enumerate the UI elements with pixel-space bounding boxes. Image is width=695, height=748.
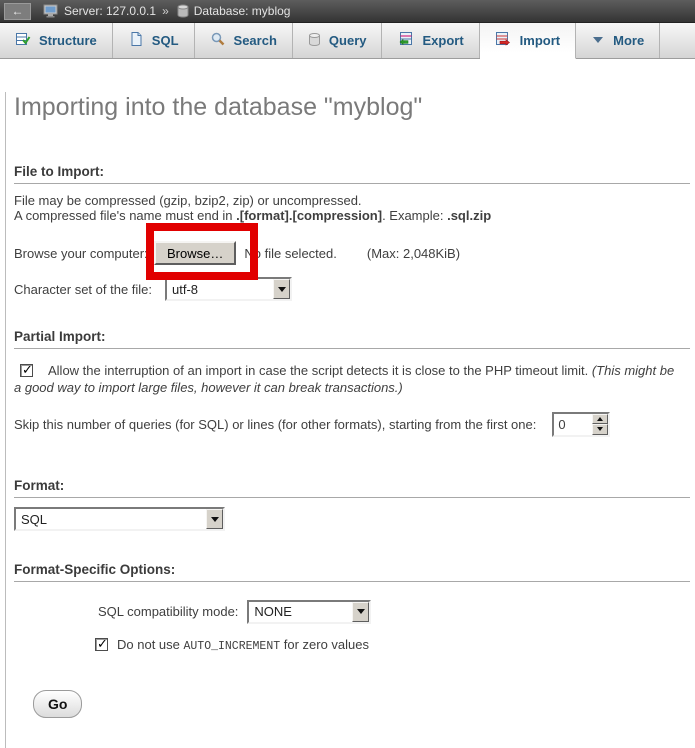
tab-structure[interactable]: Structure xyxy=(0,23,113,58)
tab-search[interactable]: Search xyxy=(195,23,293,58)
max-size-note: (Max: 2,048KiB) xyxy=(367,246,460,261)
tab-label: Search xyxy=(234,33,277,48)
allow-interruption-label: Allow the interruption of an import in c… xyxy=(48,363,592,378)
tab-label: Query xyxy=(329,33,367,48)
charset-select[interactable]: utf-8 xyxy=(165,277,292,301)
format-selected-value: SQL xyxy=(16,509,206,529)
compression-info-line: File may be compressed (gzip, bzip2, zip… xyxy=(14,193,690,208)
dropdown-arrow-icon[interactable] xyxy=(352,602,369,622)
auto-increment-row: ✓ Do not use AUTO_INCREMENT for zero valu… xyxy=(14,637,690,653)
auto-increment-label: Do not use AUTO_INCREMENT for zero value… xyxy=(117,637,369,652)
chevron-down-icon xyxy=(591,33,605,48)
tab-label: Import xyxy=(520,33,560,48)
stepper-down-button[interactable] xyxy=(592,424,608,435)
database-icon xyxy=(177,4,189,18)
tab-bar: Structure SQL Search Query xyxy=(0,23,695,59)
dropdown-arrow-icon[interactable] xyxy=(273,279,290,299)
sql-icon xyxy=(128,31,144,50)
format-row: SQL xyxy=(14,507,690,531)
page-title: Importing into the database "myblog" xyxy=(14,92,690,122)
sql-compatibility-value: NONE xyxy=(249,602,352,622)
charset-label: Character set of the file: xyxy=(14,282,165,297)
browse-label: Browse your computer: xyxy=(14,246,154,261)
browse-button[interactable]: Browse… xyxy=(154,241,236,265)
breadcrumb-bar: ← Server: 127.0.0.1 » Database: myblog xyxy=(0,0,695,23)
tab-export[interactable]: Export xyxy=(382,23,479,58)
back-arrow-icon: ← xyxy=(12,5,24,17)
breadcrumb-separator: » xyxy=(162,4,169,18)
go-button[interactable]: Go xyxy=(33,690,82,718)
sql-compatibility-select[interactable]: NONE xyxy=(247,600,371,624)
auto-increment-code: AUTO_INCREMENT xyxy=(184,640,281,653)
tab-label: Structure xyxy=(39,33,97,48)
import-icon xyxy=(495,31,512,50)
charset-selected-value: utf-8 xyxy=(167,279,273,299)
breadcrumb-database[interactable]: Database: myblog xyxy=(194,4,291,18)
query-database-icon xyxy=(308,32,321,50)
breadcrumb-server[interactable]: Server: 127.0.0.1 xyxy=(64,4,156,18)
server-icon xyxy=(43,4,59,18)
auto-increment-checkbox[interactable]: ✓ xyxy=(95,638,108,651)
allow-interruption-checkbox[interactable]: ✓ xyxy=(20,364,33,377)
export-icon xyxy=(397,31,414,50)
tab-query[interactable]: Query xyxy=(293,23,383,58)
section-heading-format-options: Format-Specific Options: xyxy=(14,562,690,582)
tab-import[interactable]: Import xyxy=(480,23,576,59)
section-heading-format: Format: xyxy=(14,478,690,498)
checkmark-icon: ✓ xyxy=(22,362,33,377)
sql-compatibility-label: SQL compatibility mode: xyxy=(98,604,238,619)
skip-queries-stepper[interactable]: 0 xyxy=(552,412,610,437)
browse-row: Browse your computer: Browse… No file se… xyxy=(14,240,690,266)
dropdown-arrow-icon[interactable] xyxy=(206,509,223,529)
back-button[interactable]: ← xyxy=(4,3,31,20)
tab-label: SQL xyxy=(152,33,179,48)
skip-queries-row: Skip this number of queries (for SQL) or… xyxy=(14,411,690,437)
sqlzip-example: .sql.zip xyxy=(447,208,491,223)
sql-compatibility-row: SQL compatibility mode: NONE xyxy=(14,599,690,624)
stepper-up-button[interactable] xyxy=(592,414,608,425)
tab-label: Export xyxy=(422,33,463,48)
tab-label: More xyxy=(613,33,644,48)
format-select[interactable]: SQL xyxy=(14,507,225,531)
format-compression-example: .[format].[compression] xyxy=(236,208,382,223)
allow-interruption-row: ✓ Allow the interruption of an import in … xyxy=(14,362,682,396)
skip-queries-value: 0 xyxy=(554,414,592,435)
skip-queries-label: Skip this number of queries (for SQL) or… xyxy=(14,417,536,432)
section-heading-file-to-import: File to Import: xyxy=(14,164,690,184)
structure-icon xyxy=(15,31,31,50)
tab-sql[interactable]: SQL xyxy=(113,23,195,58)
section-heading-partial-import: Partial Import: xyxy=(14,329,690,349)
no-file-selected-text: No file selected. xyxy=(244,246,337,261)
tab-more[interactable]: More xyxy=(576,23,660,58)
main-content: Importing into the database "myblog" Fil… xyxy=(5,92,695,748)
file-import-description: File may be compressed (gzip, bzip2, zip… xyxy=(14,193,690,223)
search-icon xyxy=(210,31,226,50)
charset-row: Character set of the file: utf-8 xyxy=(14,276,690,302)
filename-format-line: A compressed file's name must end in .[f… xyxy=(14,208,690,223)
checkmark-icon: ✓ xyxy=(97,636,108,651)
